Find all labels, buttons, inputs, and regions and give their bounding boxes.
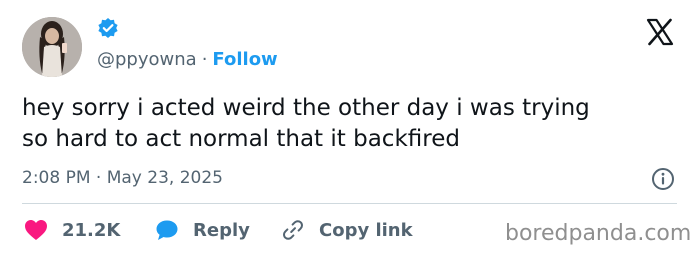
tweet-timestamp[interactable]: 2:08 PM · May 23, 2025 [22, 166, 223, 190]
reply-label: Reply [193, 219, 250, 241]
heart-icon [25, 220, 47, 240]
likes-count: 21.2K [62, 219, 121, 241]
copy-link-label: Copy link [319, 219, 413, 241]
link-icon [283, 220, 303, 240]
copy-link-button[interactable]: Copy link [281, 216, 413, 244]
separator-dot: · [201, 49, 208, 70]
tweet-text: hey sorry i acted weird the other day i … [22, 95, 590, 152]
watermark: boredpanda.com [505, 221, 692, 246]
like-button[interactable]: 21.2K [24, 216, 120, 244]
follow-button[interactable]: Follow [212, 49, 277, 70]
tweet-card: @ppyowna · Follow hey sorry i acted weird … [0, 0, 700, 256]
reply-bubble-icon [156, 220, 178, 240]
divider [22, 203, 677, 204]
author-row: @ppyowna · Follow [97, 47, 278, 73]
author-handle[interactable]: @ppyowna [97, 49, 197, 70]
reply-button[interactable]: Reply [155, 216, 250, 244]
verified-badge-icon [98, 18, 118, 38]
avatar[interactable] [22, 17, 82, 77]
x-logo-icon[interactable] [645, 17, 675, 47]
info-icon[interactable] [651, 167, 675, 191]
